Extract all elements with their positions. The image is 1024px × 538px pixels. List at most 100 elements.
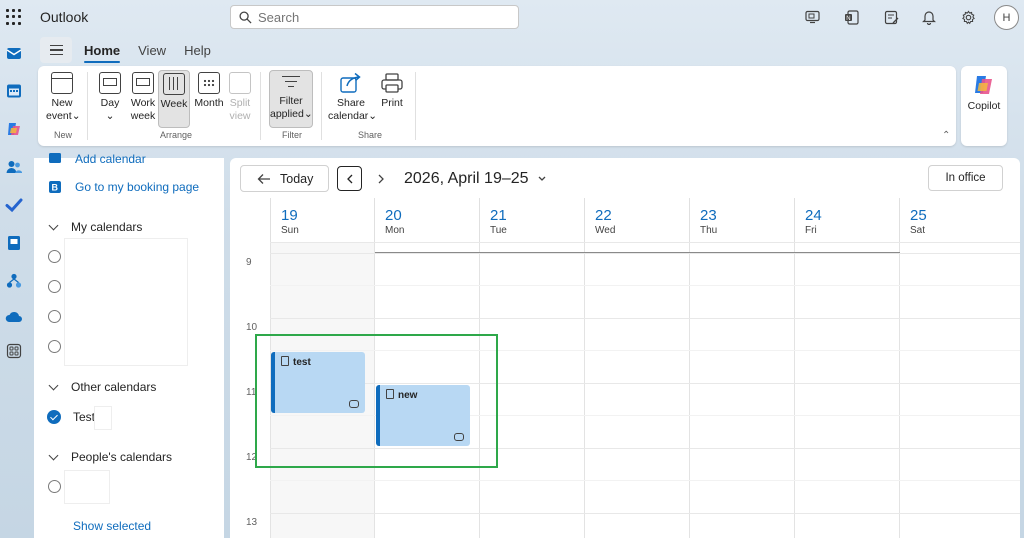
tab-home[interactable]: Home bbox=[84, 39, 121, 63]
chevron-left-icon bbox=[346, 174, 352, 183]
month-view-button[interactable]: Month bbox=[193, 72, 225, 110]
hour-label: 10 bbox=[246, 322, 258, 333]
half-hour-line bbox=[270, 285, 1020, 286]
day-header-sat[interactable]: 25 Sat bbox=[899, 198, 1004, 242]
month-icon bbox=[198, 72, 220, 94]
my-calendars-header[interactable]: My calendars bbox=[34, 220, 142, 234]
hour-line bbox=[270, 253, 1020, 254]
calendar-toggle[interactable] bbox=[48, 250, 61, 263]
chevron-right-icon bbox=[378, 174, 384, 183]
mail-icon[interactable] bbox=[5, 44, 23, 62]
bookings-icon: B bbox=[49, 181, 61, 193]
chevron-down-icon bbox=[538, 176, 546, 181]
svg-text:N: N bbox=[846, 16, 850, 22]
column-divider bbox=[584, 198, 585, 538]
calendar-toggle[interactable] bbox=[48, 280, 61, 293]
calendar-checked-toggle[interactable] bbox=[47, 410, 61, 424]
calendar-toggle[interactable] bbox=[48, 340, 61, 353]
work-week-icon bbox=[132, 72, 154, 94]
split-view-button[interactable]: Split view bbox=[227, 72, 253, 123]
week-view-button[interactable]: Week bbox=[158, 70, 190, 128]
copilot-button[interactable]: Copilot bbox=[961, 66, 1007, 146]
print-button[interactable]: Print bbox=[377, 72, 407, 110]
work-location-button[interactable]: In office bbox=[928, 165, 1003, 191]
day-header-thu[interactable]: 23 Thu bbox=[689, 198, 794, 242]
search-input[interactable] bbox=[258, 9, 498, 25]
day-view-button[interactable]: Day ⌄ bbox=[96, 72, 124, 123]
work-week-view-button[interactable]: Work week bbox=[128, 72, 158, 123]
new-event-button[interactable]: New event⌄ bbox=[46, 72, 81, 123]
onedrive-files-icon[interactable] bbox=[5, 234, 23, 252]
all-day-divider bbox=[270, 242, 1020, 243]
todo-check-icon[interactable] bbox=[5, 196, 23, 214]
tab-help[interactable]: Help bbox=[184, 39, 211, 62]
onenote-icon[interactable]: N bbox=[843, 9, 859, 25]
chevron-down-icon bbox=[48, 450, 59, 461]
day-header-tue[interactable]: 21 Tue bbox=[479, 198, 584, 242]
ribbon-separator bbox=[415, 72, 416, 140]
calendar-toggle[interactable] bbox=[48, 480, 61, 493]
bell-icon[interactable] bbox=[921, 9, 937, 25]
copilot-logo-icon bbox=[975, 76, 992, 94]
week-icon bbox=[163, 73, 185, 95]
booking-page-link[interactable]: B Go to my booking page bbox=[48, 180, 199, 194]
show-selected-link[interactable]: Show selected bbox=[73, 519, 151, 533]
meet-now-icon[interactable] bbox=[804, 9, 820, 25]
calendar-color-swatch bbox=[94, 406, 112, 430]
calendar-toggle[interactable] bbox=[48, 310, 61, 323]
selection-highlight-box bbox=[255, 334, 498, 468]
ribbon-separator bbox=[321, 72, 322, 140]
tab-view[interactable]: View bbox=[138, 39, 166, 62]
ribbon-separator bbox=[87, 72, 88, 140]
add-calendar-link[interactable]: Add calendar bbox=[48, 152, 146, 166]
split-view-icon bbox=[229, 72, 251, 94]
day-header-mon[interactable]: 20 Mon bbox=[374, 198, 479, 242]
avatar[interactable]: H bbox=[994, 5, 1019, 30]
share-calendar-button[interactable]: Share calendar⌄ bbox=[328, 72, 377, 123]
settings-gear-icon[interactable] bbox=[960, 9, 976, 25]
app-title: Outlook bbox=[40, 9, 89, 25]
calendar-nav-pane: Add calendar B Go to my booking page My … bbox=[34, 152, 224, 538]
hamburger-menu-icon[interactable] bbox=[40, 37, 72, 63]
collapse-ribbon-chevron-icon[interactable]: ⌃ bbox=[942, 130, 950, 141]
redacted-calendar-names bbox=[64, 238, 188, 366]
day-header-wed[interactable]: 22 Wed bbox=[584, 198, 689, 242]
ribbon: New event⌄ New Day ⌄ Work week Week Mont… bbox=[38, 66, 956, 146]
notes-icon[interactable] bbox=[883, 9, 899, 25]
chevron-down-icon bbox=[48, 220, 59, 231]
arrow-left-icon bbox=[257, 173, 270, 184]
copilot-rail-icon[interactable] bbox=[5, 120, 23, 138]
group-label-arrange: Arrange bbox=[160, 130, 193, 140]
peoples-calendars-header[interactable]: People's calendars bbox=[34, 450, 172, 464]
onedrive-cloud-icon[interactable] bbox=[5, 308, 23, 326]
other-calendars-header[interactable]: Other calendars bbox=[34, 380, 156, 394]
previous-week-button[interactable] bbox=[337, 166, 362, 191]
day-icon bbox=[99, 72, 121, 94]
calendar-icon[interactable] bbox=[5, 82, 23, 100]
hour-label: 13 bbox=[246, 517, 258, 528]
group-label-new: New bbox=[54, 130, 73, 140]
date-range-picker[interactable]: 2026, April 19–25 bbox=[404, 170, 547, 188]
people-icon[interactable] bbox=[5, 158, 23, 176]
day-header-fri[interactable]: 24 Fri bbox=[794, 198, 899, 242]
day-header-sun[interactable]: 19 Sun bbox=[270, 198, 374, 242]
app-rail bbox=[0, 34, 28, 538]
redacted-person-name bbox=[64, 470, 110, 504]
ribbon-tabs: Home View Help bbox=[40, 36, 211, 64]
column-divider bbox=[689, 198, 690, 538]
calendar-item-test[interactable]: Test bbox=[73, 410, 95, 424]
org-explorer-icon[interactable] bbox=[5, 272, 23, 290]
today-button[interactable]: Today bbox=[240, 165, 329, 192]
hour-line bbox=[270, 318, 1020, 319]
calendar-add-icon bbox=[49, 153, 61, 163]
search-box[interactable] bbox=[230, 5, 519, 29]
calendar-toolbar: Today 2026, April 19–25 In office bbox=[230, 158, 1020, 198]
more-apps-icon[interactable] bbox=[5, 342, 23, 360]
filter-icon bbox=[280, 73, 302, 91]
group-label-share: Share bbox=[358, 130, 383, 140]
column-divider bbox=[899, 198, 900, 538]
next-week-button[interactable] bbox=[373, 166, 389, 191]
filter-button[interactable]: Filter applied⌄ bbox=[269, 70, 313, 128]
app-launcher-icon[interactable] bbox=[6, 9, 22, 25]
half-hour-line bbox=[270, 480, 1020, 481]
